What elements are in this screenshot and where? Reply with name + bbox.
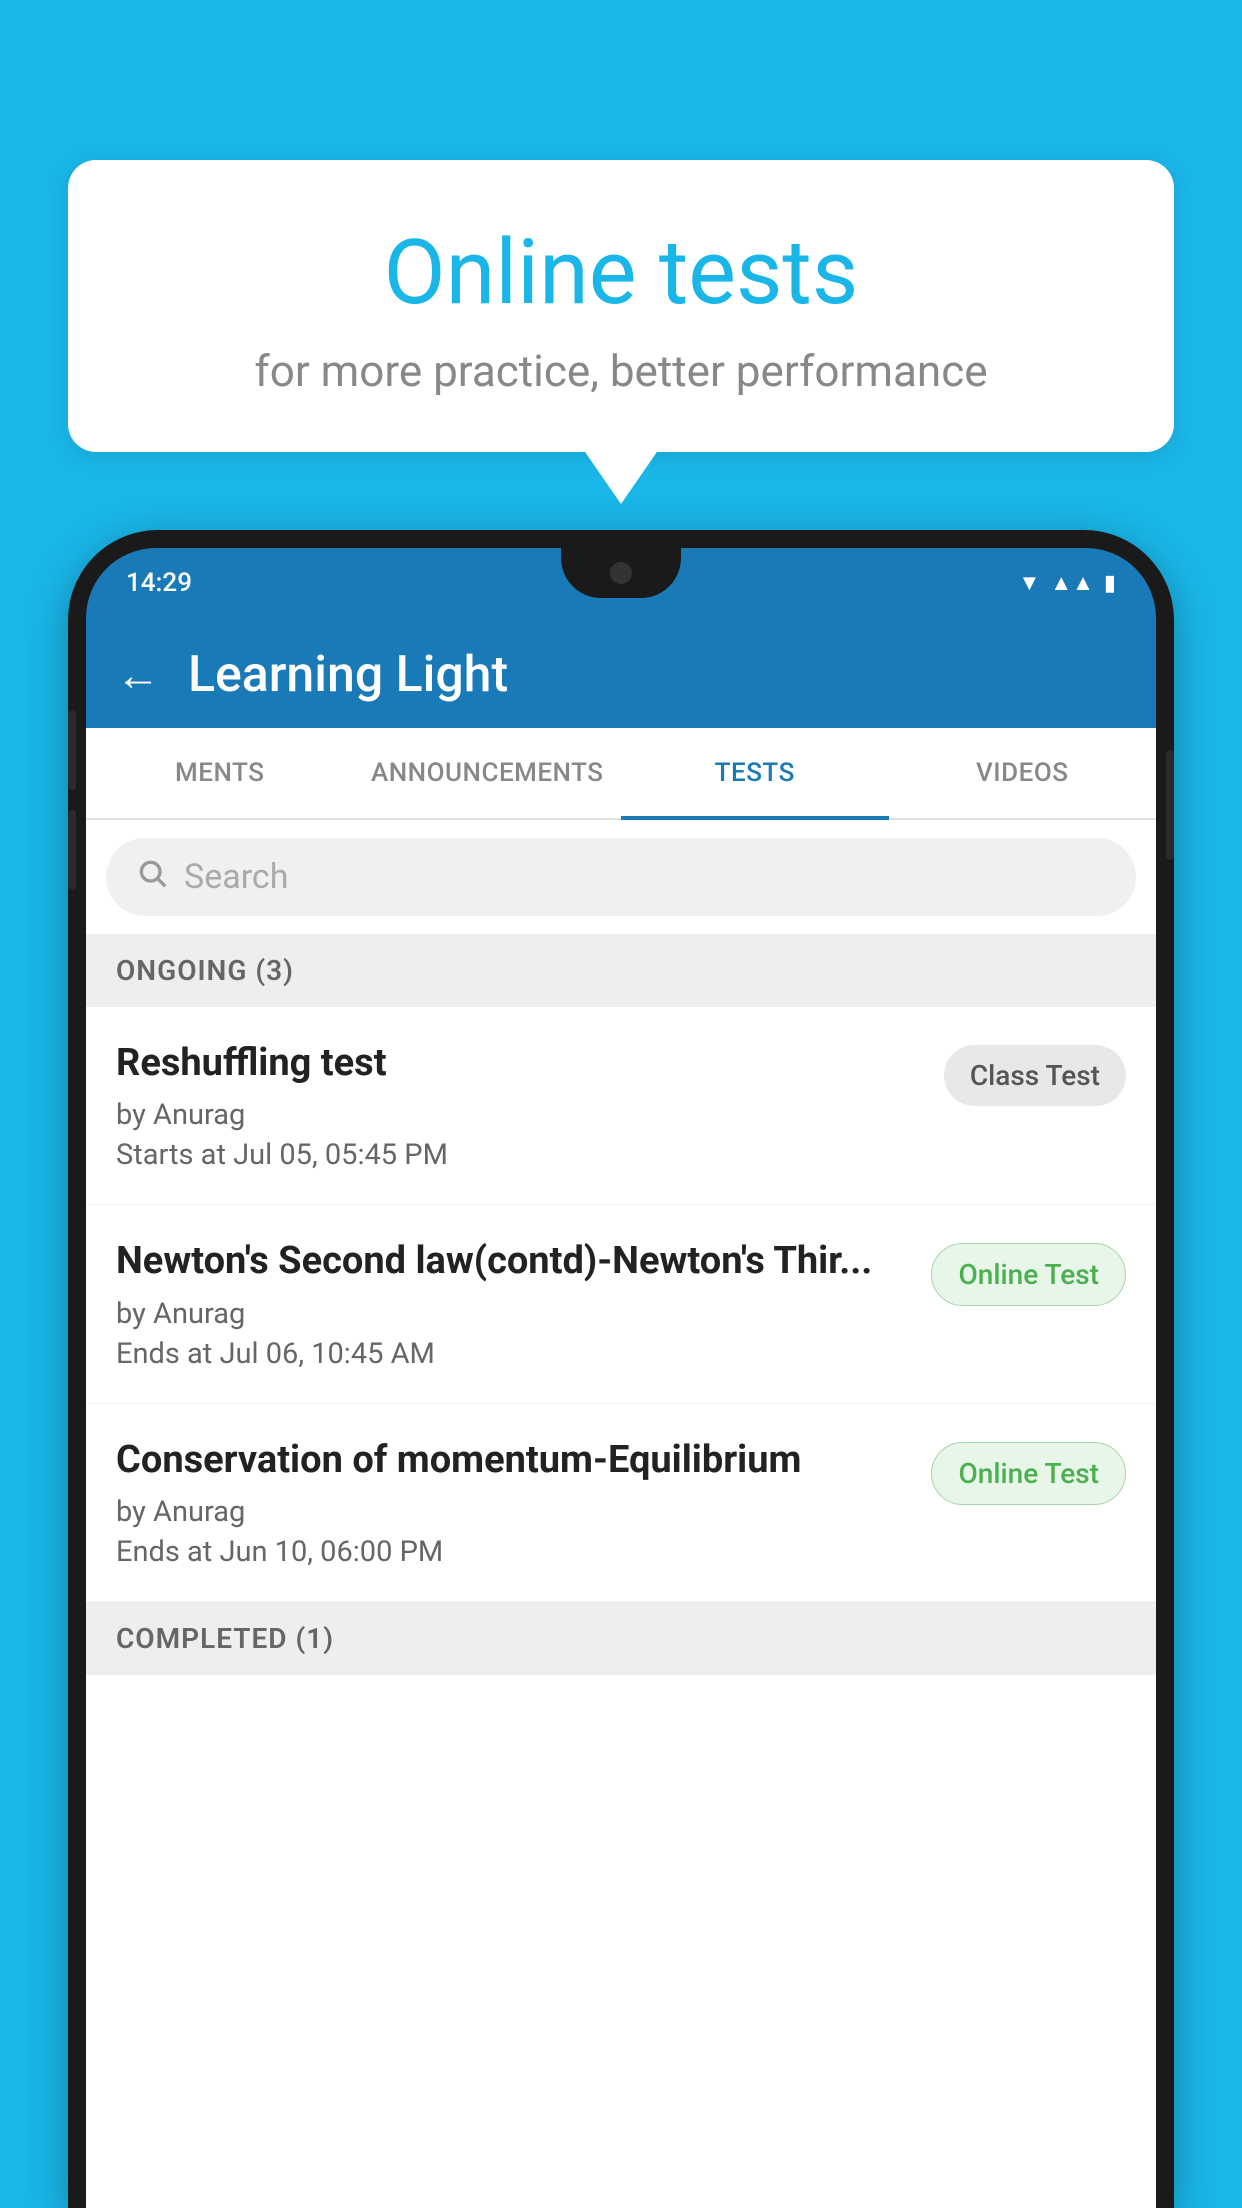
phone-frame: 14:29 ▼ ▲▲ ▮ ← Learning Light MENTS ANNO…	[68, 530, 1174, 2208]
tabs-bar: MENTS ANNOUNCEMENTS TESTS VIDEOS	[86, 728, 1156, 820]
test-badge-3: Online Test	[931, 1442, 1126, 1505]
ongoing-section-header: ONGOING (3)	[86, 934, 1156, 1007]
test-time-2: Ends at Jul 06, 10:45 AM	[116, 1337, 911, 1371]
test-info-1: Reshuffling test by Anurag Starts at Jul…	[116, 1039, 924, 1172]
power-button	[1166, 750, 1174, 860]
test-by-1: by Anurag	[116, 1098, 924, 1132]
test-info-2: Newton's Second law(contd)-Newton's Thir…	[116, 1237, 911, 1370]
search-icon	[136, 856, 168, 898]
test-time-3: Ends at Jun 10, 06:00 PM	[116, 1535, 911, 1569]
app-title: Learning Light	[188, 646, 508, 704]
test-by-3: by Anurag	[116, 1495, 911, 1529]
search-container: Search	[86, 820, 1156, 934]
tab-tests[interactable]: TESTS	[621, 728, 889, 818]
tab-videos[interactable]: VIDEOS	[889, 728, 1157, 818]
status-bar: 14:29 ▼ ▲▲ ▮	[86, 548, 1156, 618]
test-name-3: Conservation of momentum-Equilibrium	[116, 1436, 911, 1485]
test-item-conservation[interactable]: Conservation of momentum-Equilibrium by …	[86, 1404, 1156, 1602]
notch	[561, 548, 681, 598]
tab-announcements[interactable]: ANNOUNCEMENTS	[354, 728, 622, 818]
status-icons: ▼ ▲▲ ▮	[1019, 570, 1116, 596]
tab-ments[interactable]: MENTS	[86, 728, 354, 818]
front-camera	[610, 562, 632, 584]
bubble-subtitle: for more practice, better performance	[128, 345, 1114, 397]
app-header: ← Learning Light	[86, 618, 1156, 728]
volume-up-button	[68, 710, 76, 790]
battery-icon: ▮	[1104, 571, 1116, 596]
test-list: Reshuffling test by Anurag Starts at Jul…	[86, 1007, 1156, 2208]
test-name-1: Reshuffling test	[116, 1039, 924, 1088]
bubble-title: Online tests	[128, 220, 1114, 325]
volume-down-button	[68, 810, 76, 890]
test-badge-1: Class Test	[944, 1045, 1126, 1106]
test-badge-2: Online Test	[931, 1243, 1126, 1306]
test-name-2: Newton's Second law(contd)-Newton's Thir…	[116, 1237, 911, 1286]
completed-section-header: COMPLETED (1)	[86, 1602, 1156, 1675]
search-bar[interactable]: Search	[106, 838, 1136, 916]
test-by-2: by Anurag	[116, 1297, 911, 1331]
speech-bubble: Online tests for more practice, better p…	[68, 160, 1174, 452]
wifi-icon: ▼	[1019, 570, 1041, 596]
phone-screen: ← Learning Light MENTS ANNOUNCEMENTS TES…	[86, 618, 1156, 2208]
test-time-1: Starts at Jul 05, 05:45 PM	[116, 1138, 924, 1172]
test-item-reshuffling[interactable]: Reshuffling test by Anurag Starts at Jul…	[86, 1007, 1156, 1205]
back-button[interactable]: ←	[116, 653, 160, 697]
search-placeholder: Search	[184, 857, 288, 897]
status-time: 14:29	[126, 568, 192, 598]
test-item-newtons[interactable]: Newton's Second law(contd)-Newton's Thir…	[86, 1205, 1156, 1403]
signal-icon: ▲▲	[1050, 570, 1094, 596]
test-info-3: Conservation of momentum-Equilibrium by …	[116, 1436, 911, 1569]
